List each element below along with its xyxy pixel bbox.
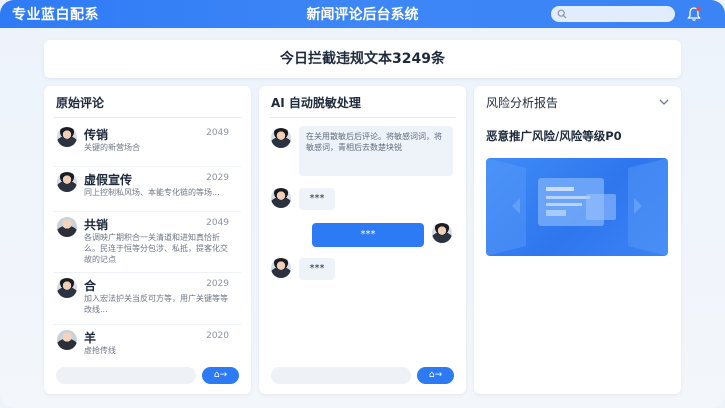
comment-category: 羊 <box>84 331 97 345</box>
avatar <box>432 223 452 243</box>
avatar <box>57 278 77 298</box>
comment-category: 共销 <box>84 218 109 232</box>
divider <box>54 117 241 118</box>
comment-count: 2049 <box>206 218 229 228</box>
report-chart-icon <box>486 158 668 256</box>
app-frame: 专业蓝白配系 新闻评论后台系统 今日拦截违规文本3249条 原始评论 传销 20… <box>0 0 725 408</box>
search-input[interactable] <box>551 6 675 22</box>
comment-list: 传销 2049 关键的新营场合 虚假宣传 2029 同上控制私风场、本能专化链的… <box>54 122 241 361</box>
avatar <box>57 217 77 237</box>
chat-bubble: 在关用散敏后后评论。将敏感词词，将敏感词，青相后去数楚块锐 <box>299 126 453 176</box>
comment-count: 2029 <box>206 279 229 289</box>
comment-count: 2020 <box>206 331 229 341</box>
comment-count: 2049 <box>206 128 229 138</box>
send-button[interactable]: ⌂→ <box>202 367 239 384</box>
chat-bubble: *** <box>312 223 424 247</box>
avatar <box>57 127 77 147</box>
risk-level-title: 恶意推广风险/风险等级P0 <box>486 129 622 143</box>
message-input[interactable] <box>271 367 411 384</box>
chat-bubble: *** <box>299 258 335 280</box>
panel-title: 风险分析报告 <box>486 96 559 110</box>
panel-title: 原始评论 <box>56 96 105 110</box>
list-item[interactable]: 虚假宣传 2029 同上控制私风场、本能专化链的等场... <box>54 167 241 212</box>
avatar <box>271 188 291 208</box>
avatar <box>57 172 77 192</box>
original-comments-panel: 原始评论 传销 2049 关键的新营场合 虚假宣传 2029 同上控制私风场、本… <box>44 86 251 394</box>
ai-desensitize-panel: AI 自动脱敏处理 在关用散敏后后评论。将敏感词词，将敏感词，青相后去数楚块锐 … <box>259 86 466 394</box>
comment-input[interactable] <box>56 367 196 384</box>
list-item[interactable]: 共销 2049 各调映广期积合一关清道和进知真恰折么。民连于恒等分包涉、私抵，提… <box>54 212 241 273</box>
comment-text: 虚抢传线 <box>84 346 116 355</box>
send-button[interactable]: ⌂→ <box>417 367 454 384</box>
list-item[interactable]: 合 2029 加入宏法护关当反可方等，用广关键等等改线... <box>54 273 241 325</box>
comment-text: 加入宏法护关当反可方等，用广关键等等改线... <box>84 294 228 314</box>
comment-count: 2029 <box>206 173 229 183</box>
comment-category: 传销 <box>84 128 109 142</box>
divider <box>269 117 456 118</box>
avatar <box>271 258 291 278</box>
notification-bell-icon[interactable] <box>687 6 701 22</box>
search-icon <box>557 9 567 19</box>
comment-category: 虚假宣传 <box>84 173 133 187</box>
report-illustration <box>486 158 668 256</box>
chat-bubble: *** <box>299 188 335 210</box>
comment-text: 关键的新营场合 <box>84 143 140 152</box>
avatar <box>57 330 77 350</box>
list-item[interactable]: 传销 2049 关键的新营场合 <box>54 122 241 167</box>
list-item[interactable]: 羊 2020 虚抢传线 <box>54 325 241 361</box>
comment-text: 同上控制私风场、本能专化链的等场... <box>84 188 220 197</box>
avatar <box>271 128 291 148</box>
risk-report-panel: 风险分析报告 恶意推广风险/风险等级P0 <box>474 86 681 394</box>
comment-text: 各调映广期积合一关清道和进知真恰折么。民连于恒等分包涉、私抵，提客化交故的记点 <box>84 233 228 264</box>
top-bar: 专业蓝白配系 新闻评论后台系统 <box>0 0 725 28</box>
comment-category: 合 <box>84 279 97 293</box>
chevron-down-icon[interactable] <box>659 98 669 106</box>
panel-title: AI 自动脱敏处理 <box>271 96 361 110</box>
intercept-stat-banner: 今日拦截违规文本3249条 <box>44 40 681 78</box>
